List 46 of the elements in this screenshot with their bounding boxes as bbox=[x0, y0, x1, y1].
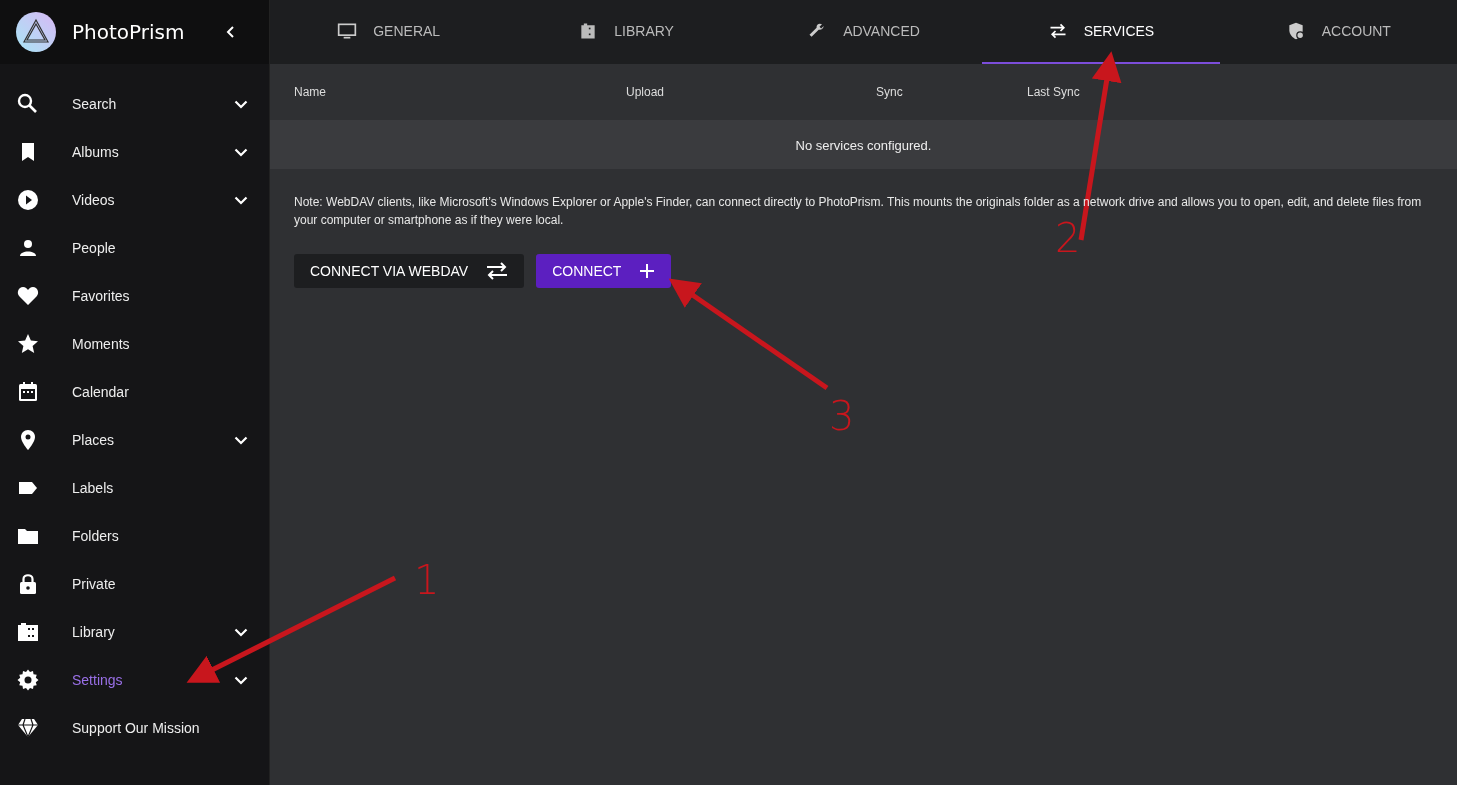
sidebar-item[interactable]: People bbox=[0, 224, 269, 272]
monitor-icon bbox=[337, 21, 358, 41]
settings-tab[interactable]: ADVANCED bbox=[744, 0, 983, 64]
sidebar-item[interactable]: Favorites bbox=[0, 272, 269, 320]
sidebar-item[interactable]: Support Our Mission bbox=[0, 704, 269, 752]
sidebar-item[interactable]: Private bbox=[0, 560, 269, 608]
annotation-number: 3 bbox=[829, 392, 855, 440]
settings-tab[interactable]: LIBRARY bbox=[507, 0, 745, 64]
sidebar-item[interactable]: Settings bbox=[0, 656, 269, 704]
sidebar-item[interactable]: Places bbox=[0, 416, 269, 464]
app-name: PhotoPrism bbox=[72, 20, 186, 44]
expand-chevron-icon[interactable] bbox=[234, 147, 248, 157]
sidebar-item[interactable]: Videos bbox=[0, 176, 269, 224]
expand-chevron-icon[interactable] bbox=[234, 195, 248, 205]
heart-icon bbox=[16, 284, 40, 308]
settings-tab[interactable]: ACCOUNT bbox=[1219, 0, 1457, 64]
sidebar-item[interactable]: Calendar bbox=[0, 368, 269, 416]
empty-message: No services configured. bbox=[795, 137, 932, 153]
plus-icon bbox=[639, 263, 656, 279]
sidebar-item[interactable]: Library bbox=[0, 608, 269, 656]
webdav-button[interactable]: CONNECT VIA WEBDAV bbox=[294, 254, 525, 288]
column-header: Last Sync bbox=[1027, 85, 1080, 99]
film-icon bbox=[16, 620, 40, 644]
column-header: Upload bbox=[626, 85, 666, 99]
logo-icon bbox=[16, 12, 56, 52]
expand-chevron-icon[interactable] bbox=[234, 99, 248, 109]
expand-chevron-icon[interactable] bbox=[234, 435, 248, 445]
play-circle-icon bbox=[16, 188, 40, 212]
sidebar-item[interactable]: Albums bbox=[0, 128, 269, 176]
connect-button[interactable]: CONNECT bbox=[536, 254, 672, 288]
settings-tab[interactable]: GENERAL bbox=[270, 0, 508, 64]
sidebar-item[interactable]: Folders bbox=[0, 512, 269, 560]
diamond-icon bbox=[16, 716, 40, 740]
expand-chevron-icon[interactable] bbox=[234, 627, 248, 637]
sidebar-item[interactable]: Search bbox=[0, 80, 269, 128]
swap-arrows-icon bbox=[486, 262, 509, 280]
column-header: Name bbox=[294, 85, 327, 99]
column-header: Sync bbox=[876, 85, 904, 99]
collapse-chevron-icon[interactable] bbox=[225, 25, 235, 39]
settings-icon bbox=[16, 668, 40, 692]
calendar-icon bbox=[16, 380, 40, 404]
expand-chevron-icon[interactable] bbox=[234, 675, 248, 685]
sidebar-item[interactable]: Moments bbox=[0, 320, 269, 368]
star-icon bbox=[16, 332, 40, 356]
sidebar-item[interactable]: Labels bbox=[0, 464, 269, 512]
annotation-number: 1 bbox=[414, 556, 440, 604]
